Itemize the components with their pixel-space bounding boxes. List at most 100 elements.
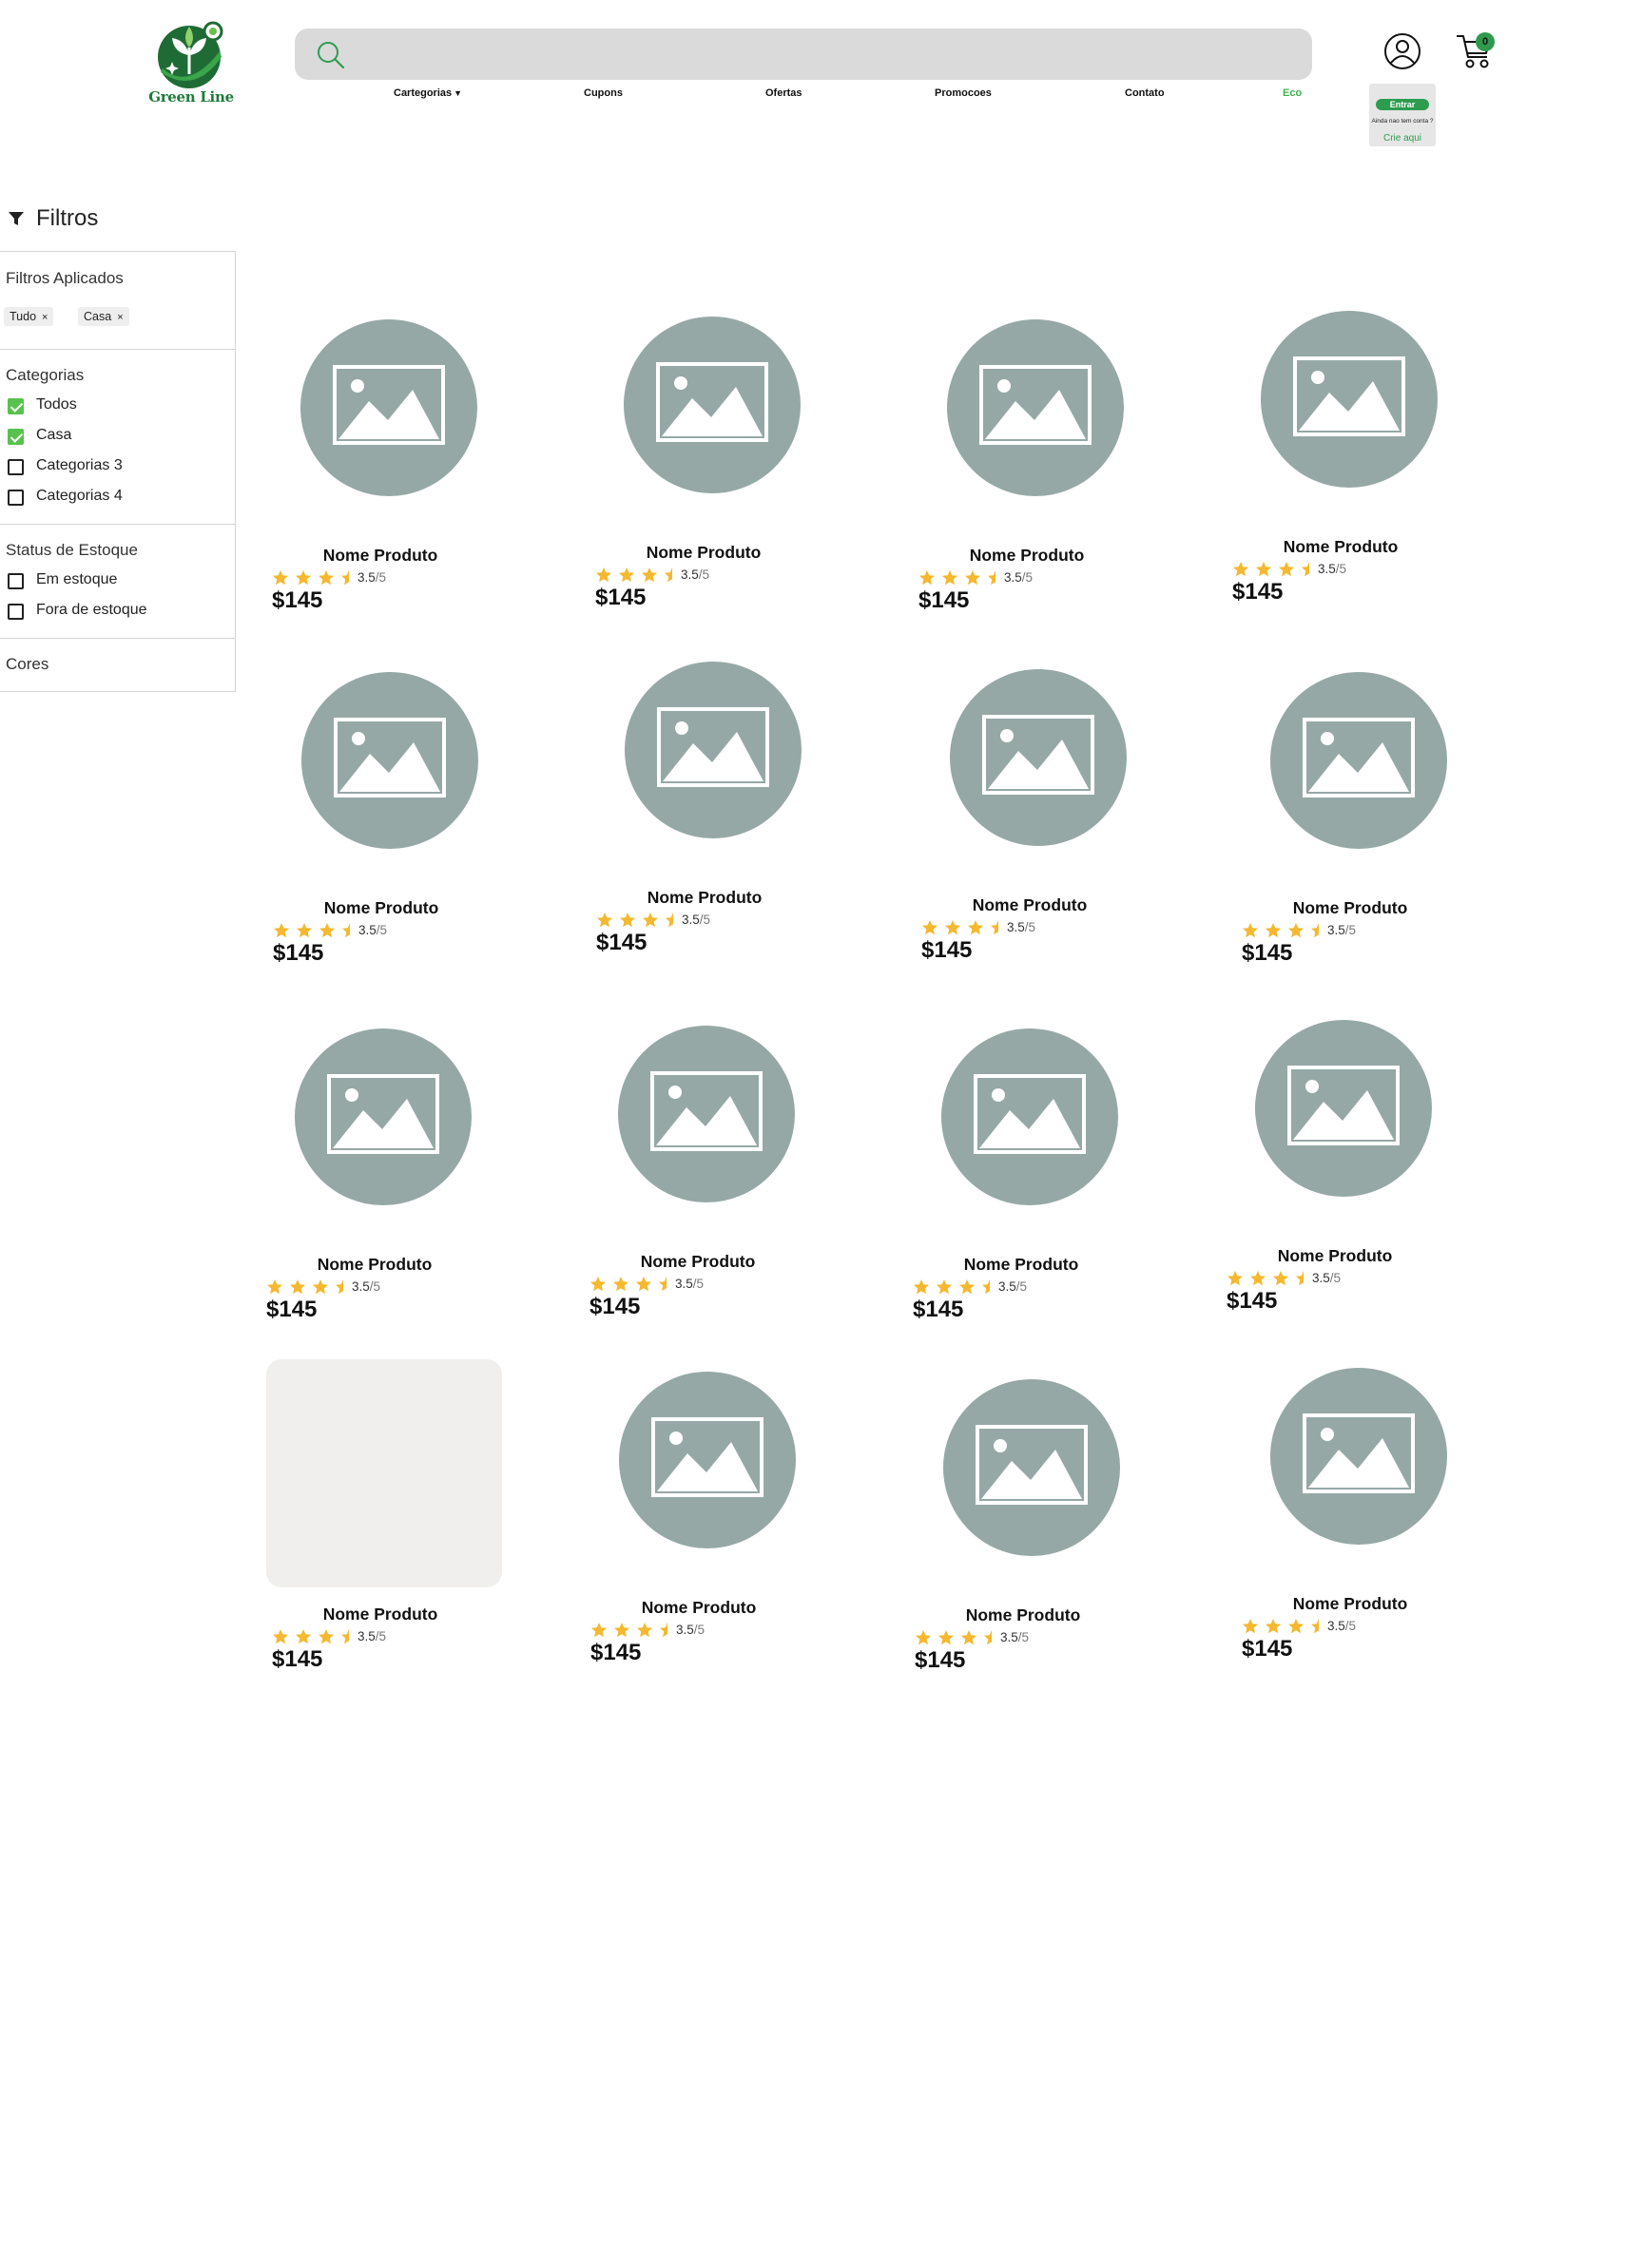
product-image[interactable]: [618, 1026, 795, 1202]
colors-filter-label[interactable]: Cores: [6, 655, 48, 674]
product-price: $145: [590, 1640, 642, 1665]
checkbox[interactable]: [8, 573, 24, 589]
product-card[interactable]: Nome Produto 3.5/5 $145: [1227, 311, 1455, 625]
product-name[interactable]: Nome Produto: [285, 546, 475, 566]
star-icon: [290, 1279, 305, 1295]
product-card[interactable]: Nome Produto 3.5/5 $145: [584, 1026, 812, 1339]
image-placeholder-icon: [976, 1425, 1088, 1505]
product-image[interactable]: [619, 1372, 796, 1548]
rating-stars: [916, 1630, 992, 1645]
checkbox-checked[interactable]: [8, 398, 24, 414]
nav-item-coupons[interactable]: Cupons: [584, 87, 623, 99]
search-bar[interactable]: [295, 29, 1312, 80]
product-image[interactable]: [943, 1379, 1120, 1556]
star-icon: [961, 1630, 976, 1645]
checkbox[interactable]: [8, 490, 24, 506]
rating-max: /5: [1024, 920, 1036, 934]
stock-status-label: Status de Estoque: [6, 541, 138, 559]
product-card[interactable]: Nome Produto 3.5/5 $145: [590, 317, 818, 630]
product-name[interactable]: Nome Produto: [928, 1605, 1118, 1625]
user-account-icon[interactable]: [1383, 32, 1421, 70]
rating-stars: [274, 923, 350, 938]
product-image[interactable]: [301, 672, 478, 849]
half-star-icon: [665, 567, 672, 583]
product-card[interactable]: Nome Produto 3.5/5 $145: [266, 319, 494, 633]
image-placeholder-icon: [1293, 356, 1405, 436]
login-button[interactable]: Entrar: [1376, 99, 1429, 110]
checkbox[interactable]: [8, 604, 24, 620]
rating-value: 3.5/5: [358, 570, 386, 585]
nav-item-categories[interactable]: Cartegorias ▼: [394, 87, 462, 99]
product-name[interactable]: Nome Produto: [286, 898, 476, 918]
product-card[interactable]: Nome Produto 3.5/5 $145: [590, 662, 819, 975]
applied-filter-chip: Tudo ×: [4, 307, 54, 326]
product-card[interactable]: Nome Produto 3.5/5 $145: [916, 669, 1144, 983]
stock-label: Fora de estoque: [36, 602, 147, 618]
product-image[interactable]: [295, 1028, 472, 1205]
rating-value: 3.5/5: [1007, 920, 1035, 934]
product-image[interactable]: [947, 319, 1124, 496]
product-name[interactable]: Nome Produto: [609, 543, 799, 563]
star-icon: [965, 570, 980, 586]
checkbox[interactable]: [8, 459, 24, 475]
product-image[interactable]: [1270, 672, 1447, 849]
product-name[interactable]: Nome Produto: [926, 1255, 1116, 1275]
product-name[interactable]: Nome Produto: [604, 1598, 794, 1618]
product-name[interactable]: Nome Produto: [1246, 537, 1436, 557]
product-card[interactable]: Nome Produto 3.5/5 $145: [266, 1359, 502, 1673]
search-icon[interactable]: [316, 40, 346, 70]
product-image[interactable]: [625, 662, 802, 838]
star-icon: [916, 1630, 931, 1645]
product-price: $145: [1227, 1288, 1278, 1314]
search-input[interactable]: [361, 29, 1293, 80]
product-card[interactable]: Nome Produto 3.5/5 $145: [1236, 1368, 1464, 1682]
rating-max: /5: [1344, 923, 1357, 937]
star-icon: [636, 1277, 651, 1292]
nav-item-eco[interactable]: Eco: [1283, 87, 1302, 99]
applied-filter-chip: Casa ×: [78, 307, 129, 326]
nav-item-contact[interactable]: Contato: [1125, 87, 1165, 99]
product-card[interactable]: Nome Produto 3.5/5 $145: [907, 1028, 1135, 1342]
product-card[interactable]: Nome Produto 3.5/5 $145: [261, 1028, 489, 1342]
product-name[interactable]: Nome Produto: [1240, 1246, 1430, 1266]
product-card[interactable]: Nome Produto 3.5/5 $145: [585, 1372, 813, 1685]
nav-item-offers[interactable]: Ofertas: [765, 87, 802, 99]
product-image[interactable]: [624, 317, 801, 493]
rating-number: 3.5: [1327, 923, 1345, 937]
product-card[interactable]: Nome Produto 3.5/5 $145: [909, 1379, 1137, 1693]
product-name[interactable]: Nome Produto: [1255, 1594, 1445, 1614]
checkbox-checked[interactable]: [8, 429, 24, 445]
rating-max: /5: [699, 913, 711, 927]
star-icon: [273, 570, 288, 586]
remove-filter-icon[interactable]: ×: [117, 312, 123, 323]
remove-filter-icon[interactable]: ×: [42, 312, 48, 323]
product-card[interactable]: Nome Produto 3.5/5 $145: [1236, 672, 1464, 986]
product-image[interactable]: [1255, 1020, 1432, 1197]
star-icon: [297, 923, 312, 938]
product-card[interactable]: Nome Produto 3.5/5 $145: [913, 319, 1141, 633]
product-name[interactable]: Nome Produto: [609, 888, 800, 908]
product-image[interactable]: [1261, 311, 1438, 488]
product-card[interactable]: Nome Produto 3.5/5 $145: [267, 672, 495, 986]
nav-item-promotions[interactable]: Promocoes: [935, 87, 992, 99]
product-image[interactable]: [300, 319, 477, 496]
star-icon: [1288, 923, 1304, 938]
product-image[interactable]: [941, 1028, 1118, 1205]
product-name[interactable]: Nome Produto: [1255, 898, 1445, 918]
product-name[interactable]: Nome Produto: [285, 1605, 475, 1624]
signup-link[interactable]: Crie aqui: [1371, 133, 1434, 144]
product-name[interactable]: Nome Produto: [280, 1255, 470, 1275]
product-price: $145: [913, 1297, 964, 1322]
product-image[interactable]: [1270, 1368, 1447, 1545]
rating-number: 3.5: [998, 1279, 1016, 1294]
product-name[interactable]: Nome Produto: [603, 1252, 793, 1272]
product-name[interactable]: Nome Produto: [932, 546, 1122, 566]
product-card[interactable]: Nome Produto 3.5/5 $145: [1221, 1020, 1449, 1334]
half-star-icon: [341, 570, 349, 586]
product-name[interactable]: Nome Produto: [935, 895, 1125, 915]
star-icon: [613, 1277, 628, 1292]
half-star-icon: [660, 1623, 667, 1638]
product-image[interactable]: [950, 669, 1127, 846]
star-icon: [1288, 1619, 1304, 1634]
product-image-blank[interactable]: [266, 1359, 502, 1587]
